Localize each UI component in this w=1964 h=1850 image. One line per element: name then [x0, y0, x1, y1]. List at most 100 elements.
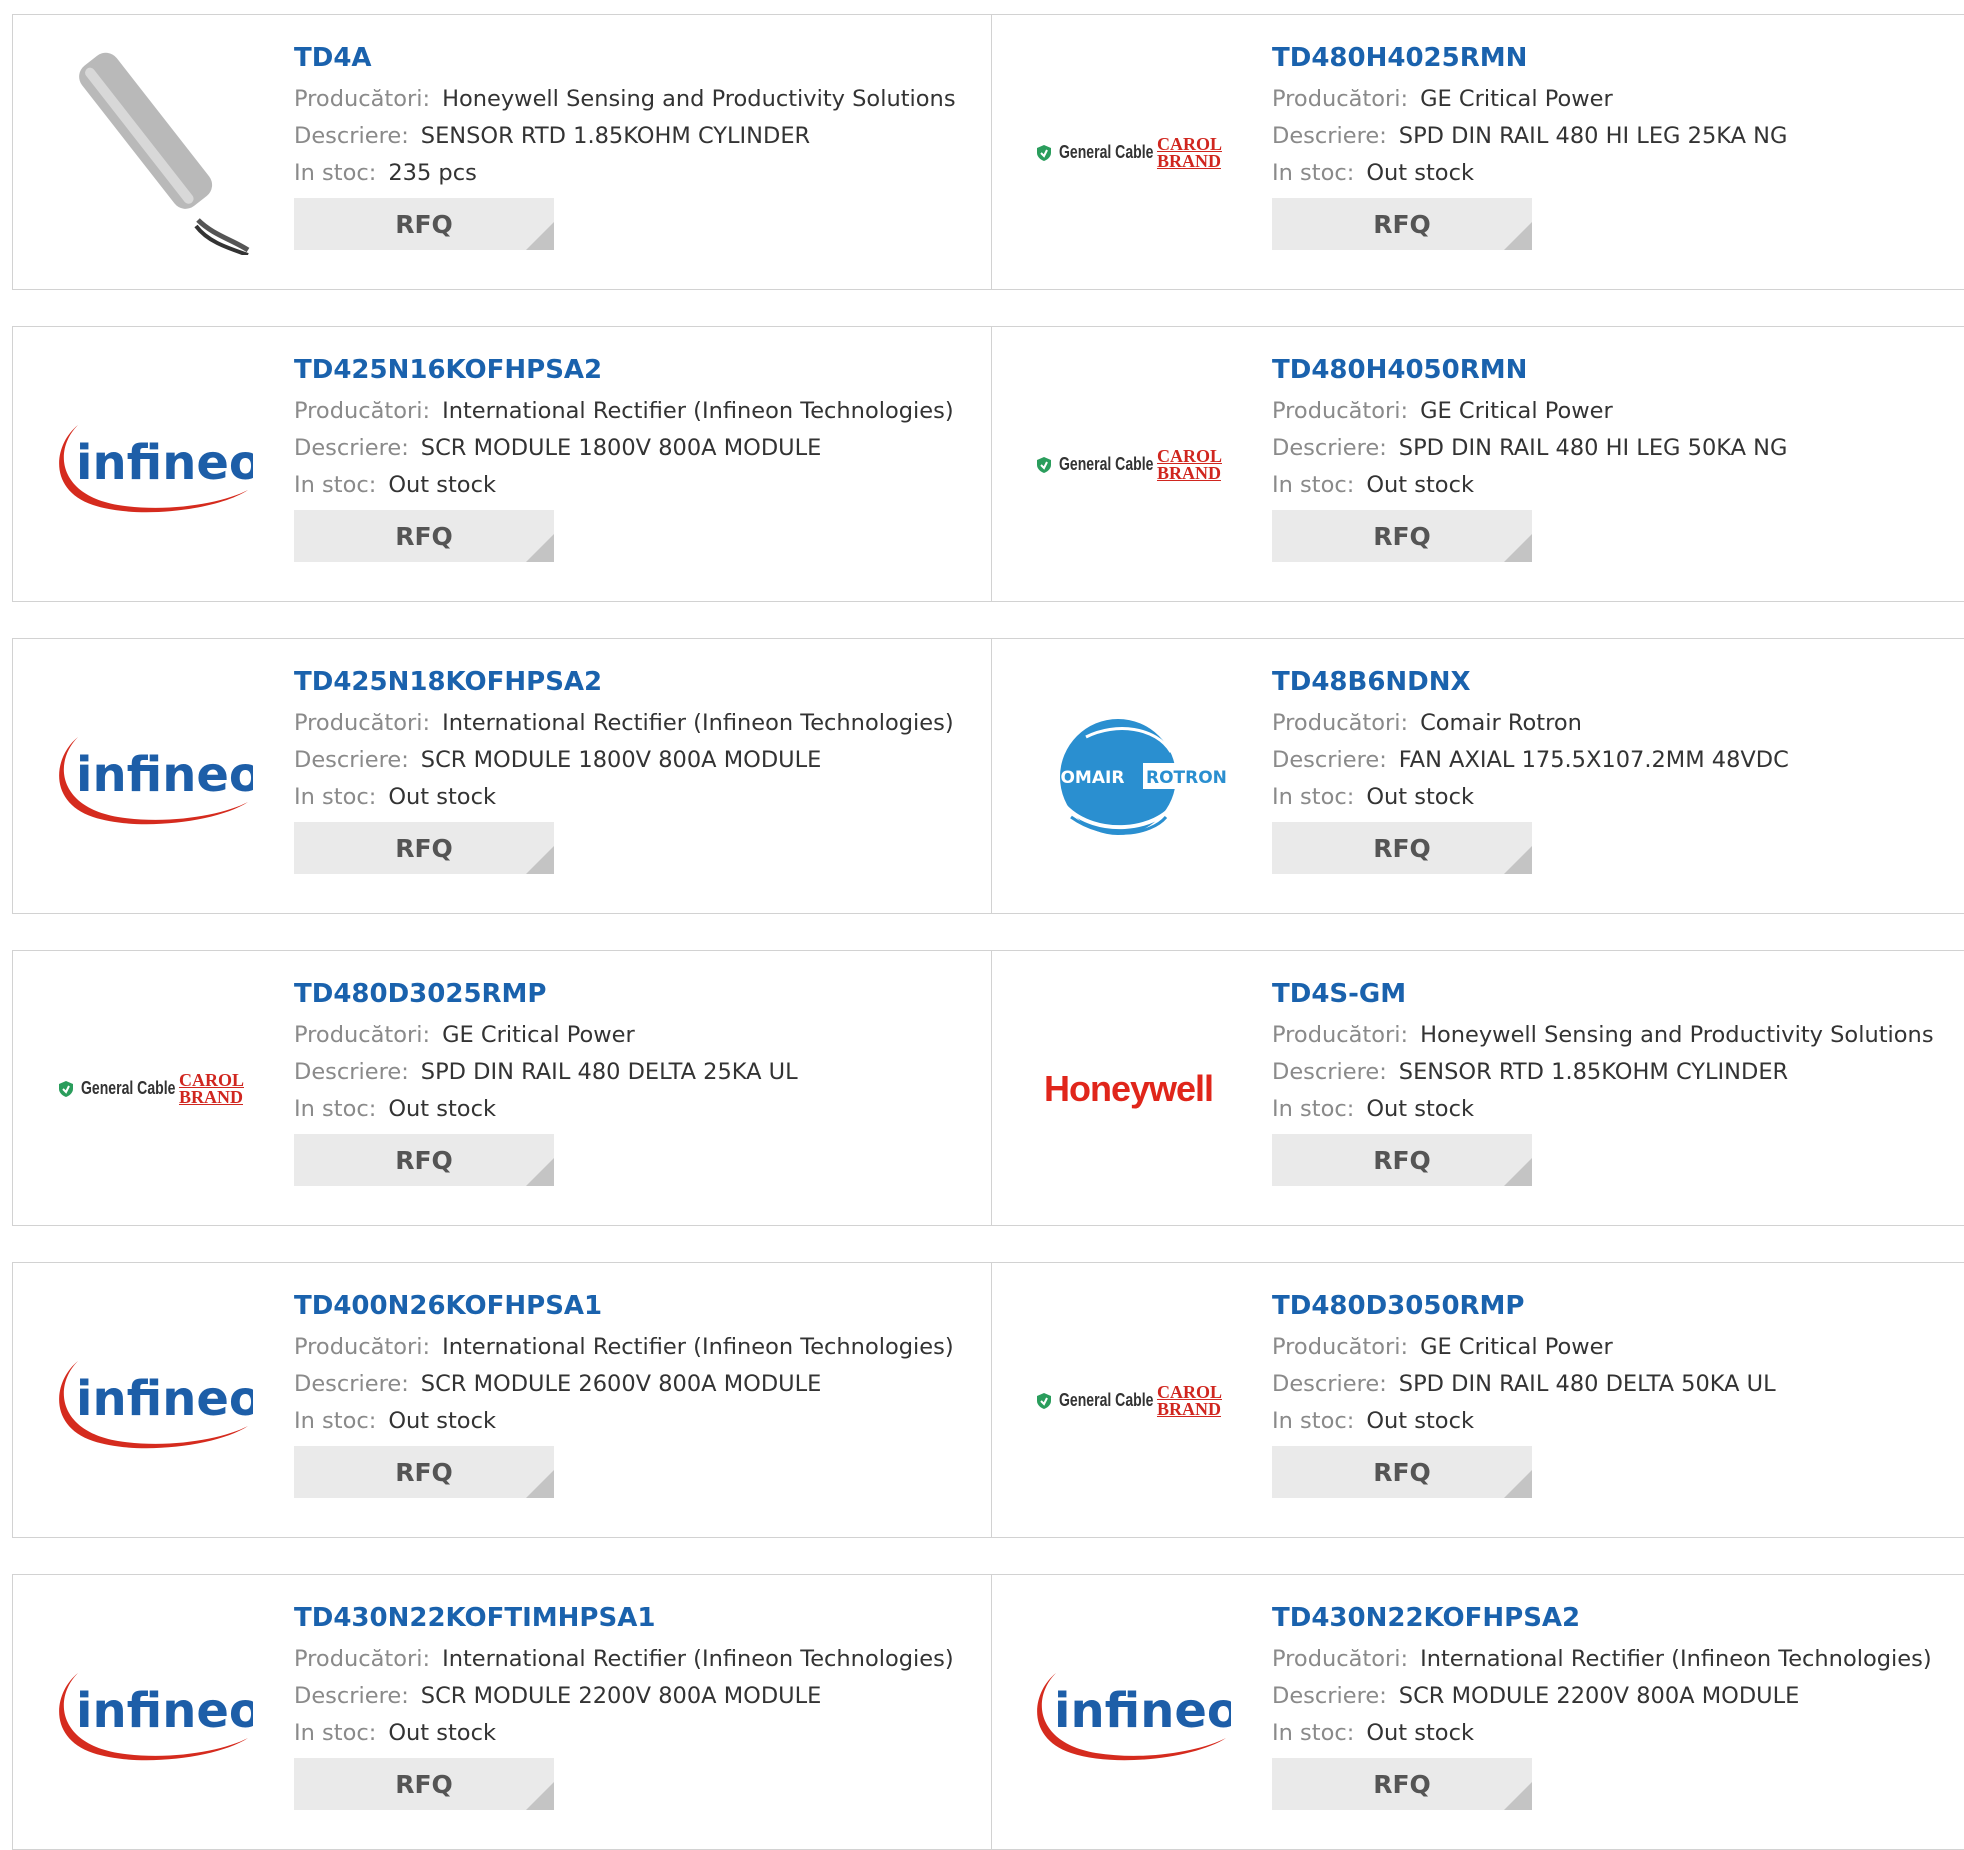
product-card: TD4A Producători: Honeywell Sensing and Pr… [13, 15, 992, 289]
stock-line: In stoc: Out stock [294, 779, 984, 816]
rfq-button[interactable]: RFQ [294, 822, 554, 874]
manufacturer-value: International Rectifier (Infineon Techno… [442, 398, 954, 424]
rfq-button[interactable]: RFQ [1272, 198, 1532, 250]
product-image[interactable]: infineon [48, 1610, 253, 1815]
part-number-link[interactable]: TD480H4025RMN [1272, 39, 1962, 77]
description-line: Descriere: SPD DIN RAIL 480 DELTA 25KA UL [294, 1054, 984, 1091]
description-line: Descriere: SCR MODULE 2600V 800A MODULE [294, 1366, 984, 1403]
part-number-link[interactable]: TD480D3025RMP [294, 975, 984, 1013]
rfq-button[interactable]: RFQ [1272, 1134, 1532, 1186]
part-number-link[interactable]: TD48B6NDNX [1272, 663, 1962, 701]
part-number-link[interactable]: TD4S-GM [1272, 975, 1962, 1013]
product-card: General Cable CAROL BRAND TD480D3025RMP Prod… [13, 951, 992, 1225]
manufacturer-label: Producători: [1272, 710, 1409, 736]
stock-line: In stoc: Out stock [1272, 467, 1962, 504]
product-row: infineon TD425N18KOFHPSA2 Producători: Inte… [12, 638, 1964, 914]
part-number-link[interactable]: TD4A [294, 39, 984, 77]
product-image[interactable]: infineon [48, 674, 253, 879]
stock-value: Out stock [1366, 160, 1474, 186]
product-image[interactable]: infineon [1026, 1610, 1231, 1815]
part-number-link[interactable]: TD480D3050RMP [1272, 1287, 1962, 1325]
part-number-link[interactable]: TD400N26KOFHPSA1 [294, 1287, 984, 1325]
stock-value: Out stock [388, 1720, 496, 1746]
product-image[interactable]: General Cable CAROL BRAND [1026, 50, 1231, 255]
part-number-link[interactable]: TD425N18KOFHPSA2 [294, 663, 984, 701]
product-image[interactable]: infineon [48, 1298, 253, 1503]
rfq-button[interactable]: RFQ [1272, 822, 1532, 874]
manufacturer-value: Honeywell Sensing and Productivity Solut… [442, 86, 956, 112]
part-number-link[interactable]: TD430N22KOFHPSA2 [1272, 1599, 1962, 1637]
sensor-product-photo [79, 52, 250, 255]
description-value: SPD DIN RAIL 480 DELTA 25KA UL [420, 1059, 798, 1085]
manufacturer-value: GE Critical Power [1420, 1334, 1613, 1360]
product-image[interactable]: General Cable CAROL BRAND [1026, 1298, 1231, 1503]
product-grid: TD4A Producători: Honeywell Sensing and Pr… [0, 0, 1964, 1850]
manufacturer-value: International Rectifier (Infineon Techno… [442, 710, 954, 736]
manufacturer-line: Producători: GE Critical Power [1272, 393, 1962, 430]
rfq-button[interactable]: RFQ [1272, 510, 1532, 562]
corner-fold-icon [1504, 534, 1532, 562]
manufacturer-line: Producători: International Rectifier (Inf… [294, 1329, 984, 1366]
rfq-button-label: RFQ [395, 1145, 453, 1175]
general-cable-carol-logo: General Cable CAROL BRAND [1035, 447, 1222, 482]
rfq-button-label: RFQ [1373, 833, 1431, 863]
rfq-button-label: RFQ [1373, 209, 1431, 239]
stock-line: In stoc: Out stock [294, 1403, 984, 1440]
corner-fold-icon [1504, 1470, 1532, 1498]
shield-icon [1036, 144, 1051, 161]
product-image[interactable]: COMAIR ROTRON [1026, 674, 1231, 879]
description-value: SPD DIN RAIL 480 DELTA 50KA UL [1398, 1371, 1776, 1397]
svg-text:infineon: infineon [76, 747, 253, 803]
product-info: TD4A Producători: Honeywell Sensing and Pr… [294, 39, 984, 250]
product-image[interactable]: General Cable CAROL BRAND [1026, 362, 1231, 567]
rfq-button-label: RFQ [395, 833, 453, 863]
description-line: Descriere: SPD DIN RAIL 480 DELTA 50KA UL [1272, 1366, 1962, 1403]
description-value: SCR MODULE 2200V 800A MODULE [1398, 1683, 1800, 1709]
manufacturer-label: Producători: [1272, 86, 1409, 112]
product-info: TD425N18KOFHPSA2 Producători: Internationa… [294, 663, 984, 874]
product-info: TD48B6NDNX Producători: Comair Rotron Descr… [1272, 663, 1962, 874]
product-image[interactable] [48, 50, 253, 255]
manufacturer-line: Producători: GE Critical Power [294, 1017, 984, 1054]
rfq-button[interactable]: RFQ [294, 198, 554, 250]
comair-rotron-logo: COMAIR ROTRON [1048, 718, 1229, 835]
product-image[interactable]: General Cable CAROL BRAND [48, 986, 253, 1191]
manufacturer-value: International Rectifier (Infineon Techno… [1420, 1646, 1932, 1672]
part-number-link[interactable]: TD480H4050RMN [1272, 351, 1962, 389]
product-info: TD480H4025RMN Producători: GE Critical Pow… [1272, 39, 1962, 250]
description-label: Descriere: [1272, 1371, 1387, 1397]
stock-label: In stoc: [294, 1720, 377, 1746]
product-image[interactable]: Honeywell [1026, 986, 1231, 1191]
manufacturer-line: Producători: Comair Rotron [1272, 705, 1962, 742]
rfq-button-label: RFQ [1373, 1145, 1431, 1175]
shield-icon [1036, 1392, 1051, 1409]
rfq-button-label: RFQ [1373, 1769, 1431, 1799]
stock-value: Out stock [1366, 1720, 1474, 1746]
part-number-link[interactable]: TD425N16KOFHPSA2 [294, 351, 984, 389]
rfq-button[interactable]: RFQ [294, 1446, 554, 1498]
rfq-button[interactable]: RFQ [1272, 1446, 1532, 1498]
manufacturer-label: Producători: [294, 1334, 431, 1360]
description-line: Descriere: SCR MODULE 1800V 800A MODULE [294, 430, 984, 467]
product-card: General Cable CAROL BRAND TD480H4025RMN Prod… [991, 15, 1964, 289]
stock-value: Out stock [388, 472, 496, 498]
description-value: SCR MODULE 2200V 800A MODULE [420, 1683, 822, 1709]
part-number-link[interactable]: TD430N22KOFTIMHPSA1 [294, 1599, 984, 1637]
stock-label: In stoc: [294, 784, 377, 810]
stock-label: In stoc: [1272, 1720, 1355, 1746]
product-card: COMAIR ROTRON TD48B6NDNX Producători: Comair… [991, 639, 1964, 913]
shield-icon [1036, 456, 1051, 473]
manufacturer-line: Producători: International Rectifier (Inf… [1272, 1641, 1962, 1678]
manufacturer-line: Producători: International Rectifier (Inf… [294, 1641, 984, 1678]
rfq-button[interactable]: RFQ [1272, 1758, 1532, 1810]
product-row: infineon TD430N22KOFTIMHPSA1 Producători: I… [12, 1574, 1964, 1850]
rfq-button[interactable]: RFQ [294, 1758, 554, 1810]
rfq-button[interactable]: RFQ [294, 1134, 554, 1186]
rfq-button[interactable]: RFQ [294, 510, 554, 562]
manufacturer-line: Producători: Honeywell Sensing and Produc… [294, 81, 984, 118]
stock-value: Out stock [1366, 784, 1474, 810]
manufacturer-label: Producători: [294, 398, 431, 424]
product-image[interactable]: infineon [48, 362, 253, 567]
description-label: Descriere: [294, 123, 409, 149]
rfq-button-label: RFQ [395, 521, 453, 551]
